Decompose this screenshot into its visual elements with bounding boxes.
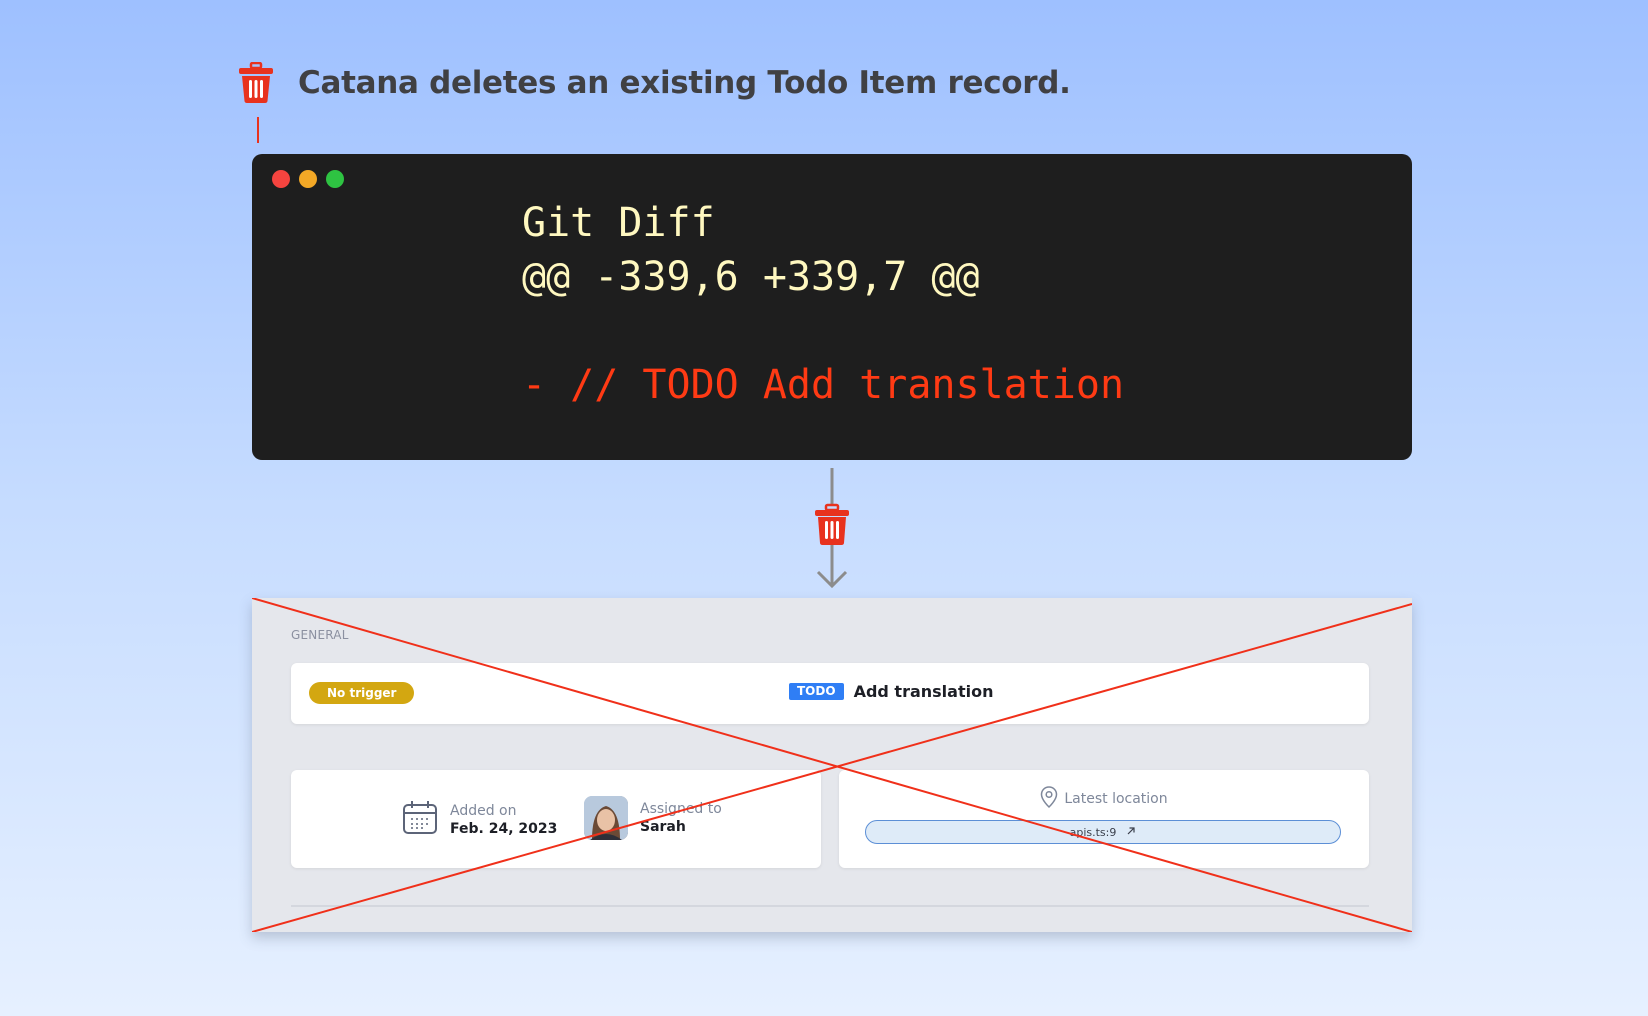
added-on-group: Added on Feb. 24, 2023 [402,800,557,840]
location-value: apis.ts:9 [1069,825,1117,839]
window-close-dot[interactable] [272,170,290,188]
arrow-down-icon [815,468,849,589]
git-diff-terminal: Git Diff @@ -339,6 +339,7 @@ - // TODO A… [252,154,1412,460]
todo-title: Add translation [853,682,994,701]
assigned-to-label: Assigned to [640,800,722,817]
location-pin-icon [1040,786,1058,812]
window-maximize-dot[interactable] [326,170,344,188]
diff-hunk-header: @@ -339,6 +339,7 @@ [522,254,980,300]
deleted-cross-overlay [252,598,1412,932]
assigned-to-value: Sarah [640,818,686,835]
avatar [584,796,628,840]
diff-title: Git Diff [522,200,715,246]
todo-title-row: TODO Add translation [789,682,993,701]
headline: Catana deletes an existing Todo Item rec… [238,58,1071,108]
external-link-icon [1126,826,1136,839]
assigned-to-group: Assigned to Sarah [584,796,722,840]
window-minimize-dot[interactable] [299,170,317,188]
card-divider [291,905,1369,907]
added-on-value: Feb. 24, 2023 [450,820,558,837]
headline-text: Catana deletes an existing Todo Item rec… [298,65,1071,101]
todo-meta-panel: Added on Feb. 24, 2023 Assigned to Sarah [291,770,821,868]
trigger-badge: No trigger [309,682,415,704]
location-header: Latest location [839,786,1369,812]
location-link[interactable]: apis.ts:9 [865,820,1341,844]
todo-header-panel: No trigger TODO Add translation [291,663,1369,724]
trash-icon [815,503,849,545]
connector-tick [257,117,259,143]
added-on-label: Added on [450,802,517,819]
location-panel: Latest location apis.ts:9 [839,770,1369,868]
todo-type-badge: TODO [789,683,844,700]
location-label: Latest location [1064,791,1168,807]
calendar-icon [402,800,438,840]
diff-code: Git Diff @@ -339,6 +339,7 @@ - // TODO A… [522,196,1124,412]
trash-icon [238,62,274,104]
diff-removed-line: - // TODO Add translation [522,362,1125,408]
todo-item-card: GENERAL No trigger TODO Add translation [252,598,1412,932]
section-label: GENERAL [291,628,349,642]
